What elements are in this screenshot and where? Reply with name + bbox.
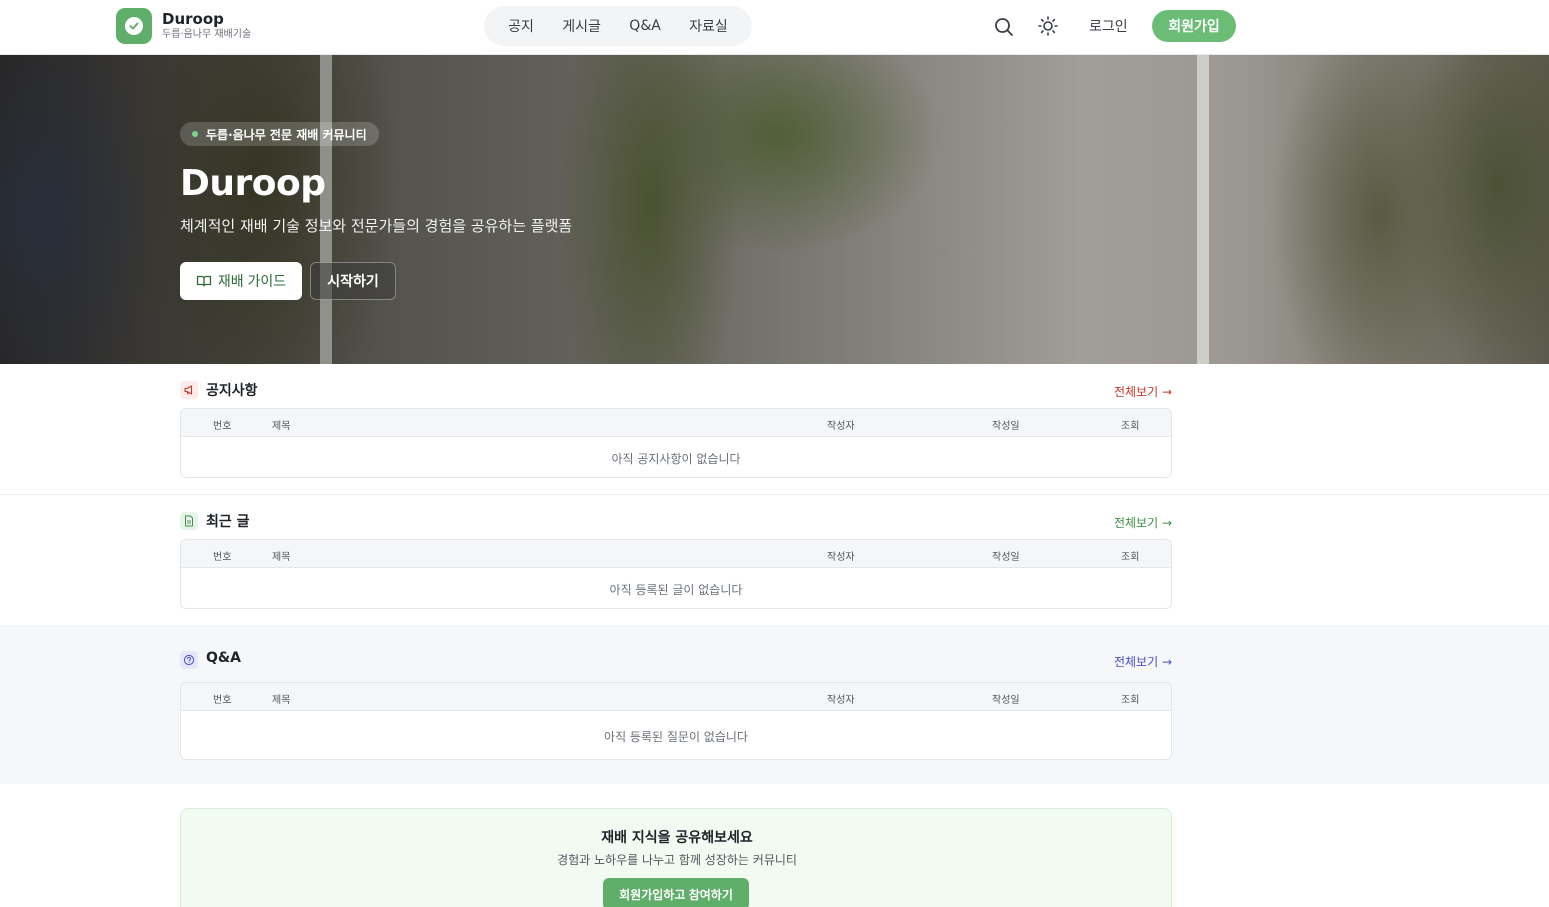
sun-icon[interactable] — [1037, 15, 1059, 37]
column-header-no: 번호 — [213, 695, 232, 706]
cta-signup-button[interactable]: 회원가입하고 참여하기 — [603, 878, 749, 907]
brand-subtitle: 두릅·음나무 재배기술 — [162, 29, 252, 40]
recent-view-all-link[interactable]: 전체보기 → — [1114, 514, 1172, 531]
column-header-no: 번호 — [213, 552, 232, 563]
recent-section-header: 최근 글 전체보기 → — [180, 510, 1172, 532]
guide-button[interactable]: 재배 가이드 — [180, 262, 302, 300]
brand-title: Duroop — [162, 10, 224, 28]
notice-section-header: 공지사항 전체보기 → — [180, 379, 1172, 401]
column-header-title: 제목 — [272, 421, 291, 432]
column-header-views: 조회 — [1121, 421, 1140, 432]
column-header-title: 제목 — [272, 552, 291, 563]
question-icon — [180, 651, 198, 669]
column-header-no: 번호 — [213, 421, 232, 432]
notice-view-all-link[interactable]: 전체보기 → — [1114, 383, 1172, 400]
column-header-author: 작성자 — [827, 421, 855, 432]
qna-table: 번호 제목 작성자 작성일 조회 아직 등록된 질문이 없습니다 — [180, 682, 1172, 760]
column-header-date: 작성일 — [992, 695, 1020, 706]
qna-view-all-link[interactable]: 전체보기 → — [1114, 653, 1172, 670]
login-link[interactable]: 로그인 — [1089, 16, 1128, 36]
site-logo[interactable]: Duroop 두릅·음나무 재배기술 — [116, 8, 251, 44]
nav-item-qna[interactable]: Q&A — [629, 18, 661, 34]
document-icon — [180, 512, 198, 530]
recent-section-title: 최근 글 — [206, 514, 250, 530]
column-header-author: 작성자 — [827, 695, 855, 706]
signup-button[interactable]: 회원가입 — [1152, 10, 1236, 42]
nav-item-posts[interactable]: 게시글 — [562, 16, 601, 36]
top-header: Duroop 두릅·음나무 재배기술 공지 게시글 Q&A 자료실 로그인 회원… — [0, 0, 1549, 55]
nav-item-notice[interactable]: 공지 — [508, 16, 534, 36]
column-header-views: 조회 — [1121, 552, 1140, 563]
column-header-date: 작성일 — [992, 421, 1020, 432]
signup-cta-banner: 재배 지식을 공유해보세요 경험과 노하우를 나누고 함께 성장하는 커뮤니티 … — [180, 808, 1172, 907]
hero-overlay — [0, 55, 1549, 364]
section-divider — [0, 494, 1549, 495]
column-header-author: 작성자 — [827, 552, 855, 563]
book-icon — [196, 275, 211, 287]
column-header-title: 제목 — [272, 695, 291, 706]
guide-button-label: 재배 가이드 — [217, 273, 287, 289]
qna-empty-message: 아직 등록된 질문이 없습니다 — [604, 730, 748, 744]
table-header: 번호 제목 작성자 작성일 조회 — [181, 409, 1171, 437]
hero-subtitle: 체계적인 재배 기술 정보와 전문가들의 경험을 공유하는 플랫폼 — [180, 217, 573, 235]
logo-check-icon — [116, 8, 152, 44]
hero-title: Duroop — [180, 163, 326, 204]
notice-empty-message: 아직 공지사항이 없습니다 — [611, 452, 741, 466]
hero-banner: 두릅·음나무 전문 재배 커뮤니티 Duroop 체계적인 재배 기술 정보와 … — [0, 55, 1549, 364]
qna-section-title: Q&A — [206, 650, 241, 666]
qna-section-header: Q&A 전체보기 → — [180, 649, 1172, 671]
search-icon[interactable] — [993, 16, 1015, 38]
notice-section-title: 공지사항 — [206, 383, 258, 399]
notice-table: 번호 제목 작성자 작성일 조회 아직 공지사항이 없습니다 — [180, 408, 1172, 478]
column-header-views: 조회 — [1121, 695, 1140, 706]
table-header: 번호 제목 작성자 작성일 조회 — [181, 683, 1171, 711]
badge-dot-icon — [192, 131, 198, 137]
cta-subtitle: 경험과 노하우를 나누고 함께 성장하는 커뮤니티 — [557, 853, 797, 867]
cta-title: 재배 지식을 공유해보세요 — [601, 830, 753, 846]
megaphone-icon — [180, 381, 198, 399]
recent-table: 번호 제목 작성자 작성일 조회 아직 등록된 글이 없습니다 — [180, 539, 1172, 609]
start-button[interactable]: 시작하기 — [310, 262, 396, 300]
column-header-date: 작성일 — [992, 552, 1020, 563]
hero-badge: 두릅·음나무 전문 재배 커뮤니티 — [180, 122, 379, 146]
main-nav: 공지 게시글 Q&A 자료실 — [484, 6, 752, 46]
recent-empty-message: 아직 등록된 글이 없습니다 — [609, 583, 743, 597]
table-header: 번호 제목 작성자 작성일 조회 — [181, 540, 1171, 568]
nav-item-library[interactable]: 자료실 — [689, 16, 728, 36]
hero-badge-label: 두릅·음나무 전문 재배 커뮤니티 — [206, 127, 367, 142]
